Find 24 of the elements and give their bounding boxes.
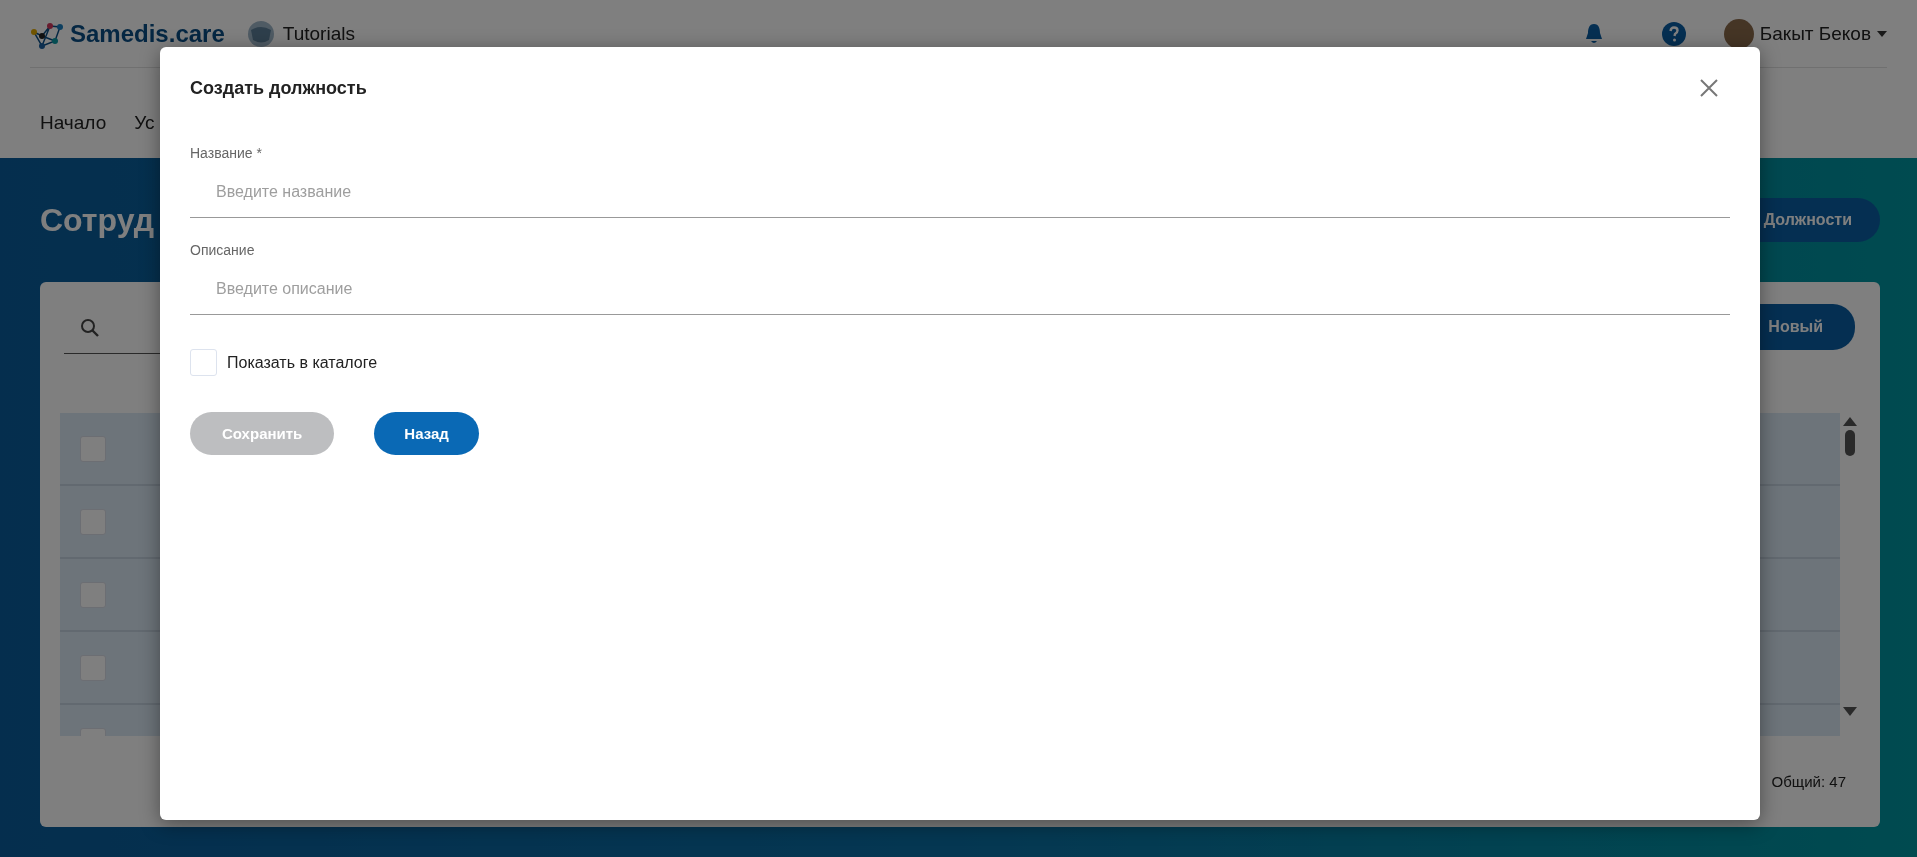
page-title: Сотруд (40, 201, 154, 239)
checkbox[interactable] (190, 349, 217, 376)
back-button[interactable]: Назад (374, 412, 479, 455)
nav-item[interactable]: Начало (40, 112, 107, 134)
logo-text[interactable]: Samedis.care (70, 19, 225, 48)
field-label: Описание (190, 242, 255, 258)
close-icon[interactable] (1700, 79, 1718, 97)
dialog-title: Создать должность (190, 77, 367, 99)
nav-item[interactable]: Ус (134, 112, 155, 134)
user-avatar[interactable] (1723, 18, 1754, 49)
search-icon (80, 317, 100, 338)
input-field[interactable]: Введите название (190, 166, 1730, 218)
scrollbar-thumb[interactable] (1845, 430, 1855, 456)
checkbox-label[interactable]: Показать в каталоге (227, 353, 378, 372)
scroll-down-icon[interactable] (1843, 707, 1857, 716)
scroll-up-icon[interactable] (1843, 417, 1857, 426)
bell-icon[interactable] (1583, 21, 1604, 46)
user-name[interactable]: Бакыт Беков (1759, 22, 1871, 45)
total-count: Общий: 47 (1771, 773, 1846, 790)
tutorials-link[interactable]: Tutorials (282, 22, 355, 45)
caret-icon[interactable] (1877, 30, 1887, 37)
input-field[interactable]: Введите описание (190, 263, 1730, 315)
field-label: Название * (190, 145, 262, 161)
help-icon[interactable] (1661, 21, 1686, 46)
